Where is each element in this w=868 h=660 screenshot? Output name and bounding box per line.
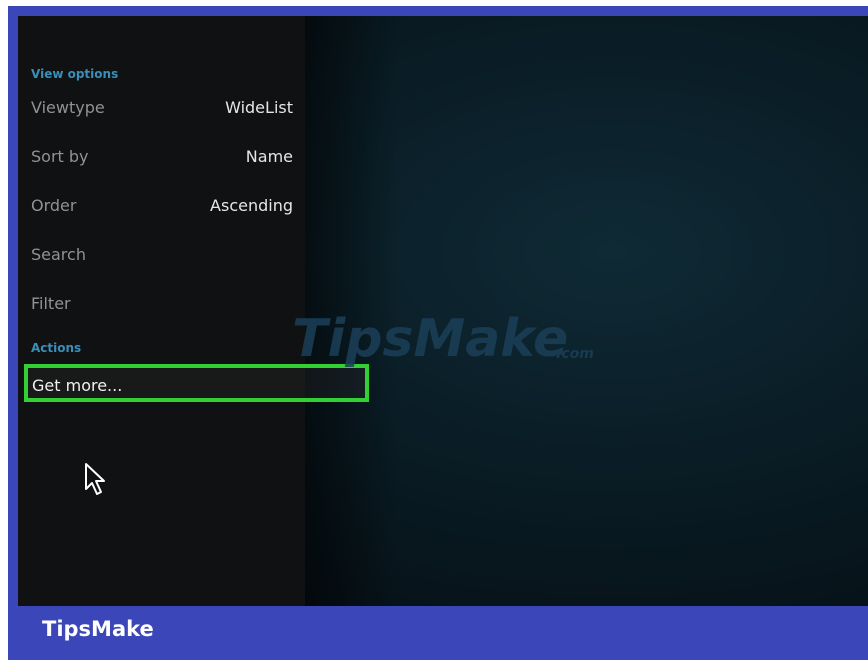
tipsmake-watermark: TipsMake .com (292, 309, 594, 369)
option-value: Name (245, 146, 293, 166)
option-label: Order (31, 195, 77, 215)
get-more-label: Get more... (32, 376, 123, 395)
option-order[interactable]: Order Ascending (31, 193, 293, 217)
view-options-header: View options (31, 67, 119, 81)
mouse-pointer-icon (85, 463, 105, 495)
option-label: Filter (31, 293, 71, 313)
option-label: Search (31, 244, 86, 264)
actions-header: Actions (31, 341, 82, 355)
option-viewtype[interactable]: Viewtype WideList (31, 95, 293, 119)
footer-brand: TipsMake (42, 617, 154, 641)
image-frame: View options Viewtype WideList Sort by N… (8, 6, 868, 660)
option-filter[interactable]: Filter (31, 291, 293, 315)
option-label: Viewtype (31, 97, 105, 117)
option-label: Sort by (31, 146, 89, 166)
kodi-screen: View options Viewtype WideList Sort by N… (18, 16, 868, 606)
option-search[interactable]: Search (31, 242, 293, 266)
option-sort-by[interactable]: Sort by Name (31, 144, 293, 168)
watermark-suffix: .com (556, 346, 594, 362)
side-options-panel: View options Viewtype WideList Sort by N… (18, 16, 305, 606)
watermark-main: TipsMake (292, 309, 568, 369)
option-value: Ascending (210, 195, 293, 215)
option-value: WideList (225, 97, 293, 117)
